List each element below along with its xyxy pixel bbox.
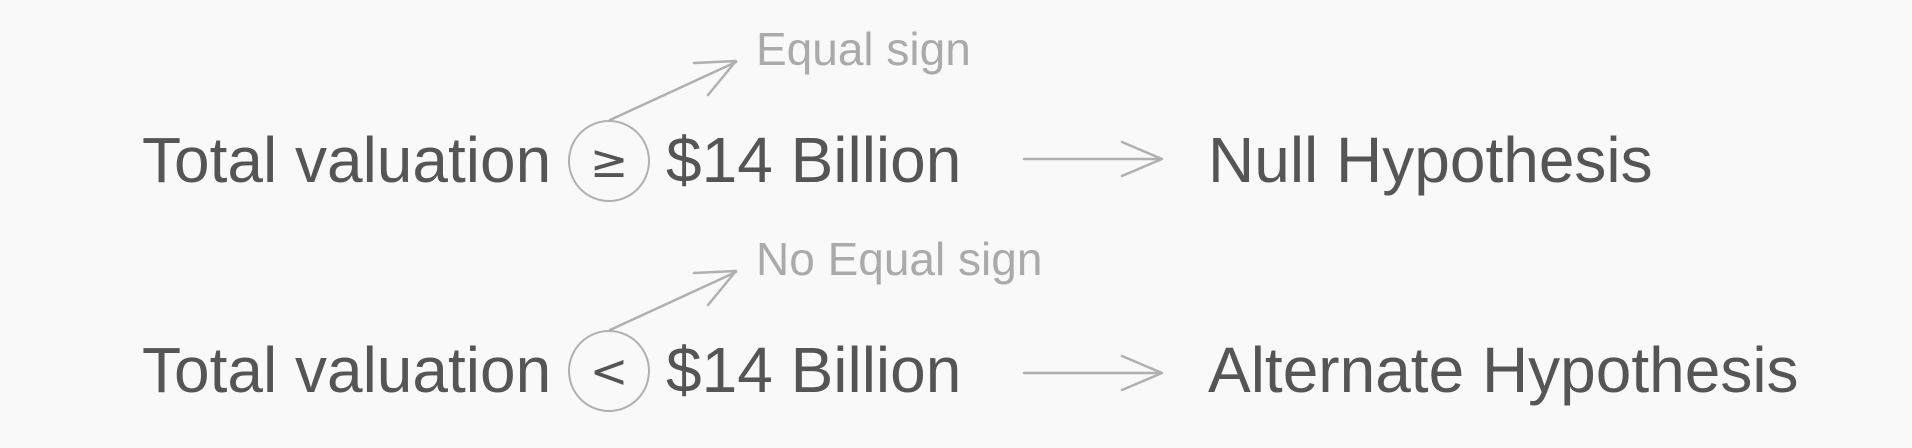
no-equal-sign-annotation: No Equal sign <box>756 233 1043 285</box>
equal-sign-annotation: Equal sign <box>756 23 971 75</box>
hypothesis-diagram: Equal sign Total valuation ≥ $14 Billion… <box>0 0 1912 448</box>
alternate-hypothesis-row: No Equal sign Total valuation < $14 Bill… <box>0 210 1912 412</box>
operator-circle: ≥ <box>568 120 650 202</box>
subject-label: Total valuation <box>142 124 552 196</box>
null-hypothesis-label: Null Hypothesis <box>1208 124 1653 196</box>
alternate-hypothesis-label: Alternate Hypothesis <box>1208 334 1799 406</box>
subject-label: Total valuation <box>142 334 552 406</box>
null-hypothesis-row: Equal sign Total valuation ≥ $14 Billion… <box>0 0 1912 202</box>
less-than-symbol: < <box>589 344 629 398</box>
operator-circle: < <box>568 330 650 412</box>
alternate-hypothesis-arrowhead <box>1120 354 1164 392</box>
threshold-value: $14 Billion <box>666 124 962 196</box>
threshold-value: $14 Billion <box>666 334 962 406</box>
greater-equal-symbol: ≥ <box>589 134 629 188</box>
null-hypothesis-arrowhead <box>1120 140 1164 178</box>
